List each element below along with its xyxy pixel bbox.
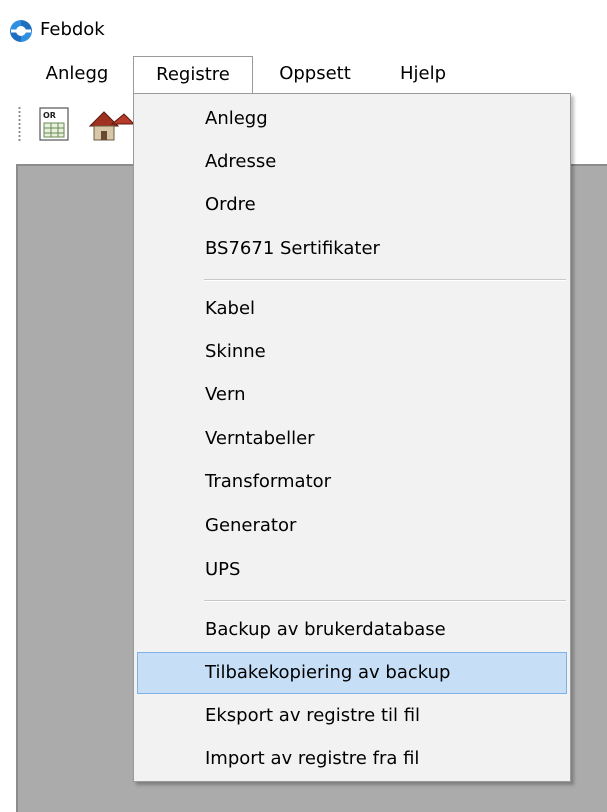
menu-oppsett[interactable]: Oppsett <box>256 56 374 94</box>
menu-item-ups[interactable]: UPS <box>137 549 567 591</box>
menu-item-import-registre[interactable]: Import av registre fra fil <box>137 738 567 780</box>
menu-item-bs7671-sertifikater[interactable]: BS7671 Sertifikater <box>137 228 567 270</box>
menu-bar: Anlegg Registre Oppsett Hjelp <box>0 56 607 95</box>
menu-item-verntabeller[interactable]: Verntabeller <box>137 418 567 460</box>
febdok-logo-icon <box>10 20 32 42</box>
menu-hjelp[interactable]: Hjelp <box>380 56 466 94</box>
registre-dropdown-menu: Anlegg Adresse Ordre BS7671 Sertifikater… <box>133 93 571 782</box>
menu-item-adresse[interactable]: Adresse <box>137 141 567 183</box>
title-bar: Febdok <box>0 0 607 56</box>
menu-registre[interactable]: Registre <box>133 56 253 95</box>
menu-item-transformator[interactable]: Transformator <box>137 461 567 503</box>
menu-separator <box>204 279 566 281</box>
menu-item-backup-brukerdatabase[interactable]: Backup av brukerdatabase <box>137 609 567 651</box>
menu-item-generator[interactable]: Generator <box>137 505 567 547</box>
menu-item-vern[interactable]: Vern <box>137 374 567 416</box>
menu-anlegg[interactable]: Anlegg <box>24 56 130 94</box>
menu-separator <box>204 600 566 602</box>
svg-text:OR: OR <box>43 111 56 120</box>
menu-item-anlegg[interactable]: Anlegg <box>137 98 567 140</box>
order-register-icon: OR <box>39 107 69 141</box>
toolbar-button-building[interactable] <box>86 104 136 146</box>
building-icon <box>88 111 136 141</box>
window-title: Febdok <box>40 19 105 40</box>
menu-item-kabel[interactable]: Kabel <box>137 288 567 330</box>
menu-item-ordre[interactable]: Ordre <box>137 184 567 226</box>
menu-item-tilbakekopiering-backup[interactable]: Tilbakekopiering av backup <box>137 652 567 694</box>
toolbar-button-order[interactable]: OR <box>36 104 76 146</box>
menu-item-skinne[interactable]: Skinne <box>137 331 567 373</box>
app-window: Febdok Anlegg Registre Oppsett Hjelp OR <box>0 0 607 812</box>
menu-item-eksport-registre[interactable]: Eksport av registre til fil <box>137 695 567 737</box>
toolbar-grip[interactable] <box>18 106 21 142</box>
